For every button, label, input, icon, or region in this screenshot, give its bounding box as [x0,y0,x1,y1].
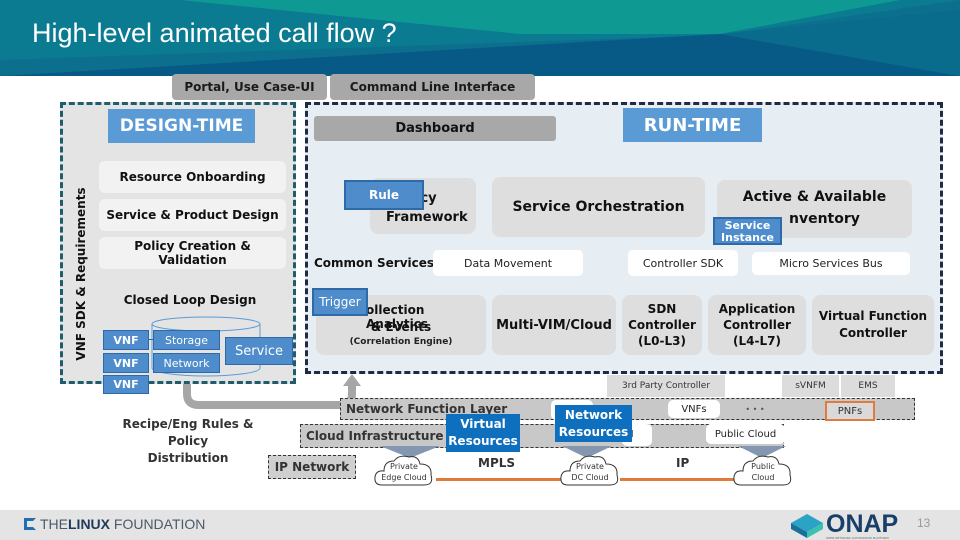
svnfm-box: sVNFM [782,375,839,397]
cloud-label-line1: Private [576,462,604,471]
vfc-line2: Controller [839,326,907,340]
distribution-line1: Recipe/Eng Rules & Policy [122,417,254,448]
distribution-label: Recipe/Eng Rules & Policy Distribution [108,416,268,467]
vnf-sdk-side-label: VNF SDK & Requirements [74,187,88,361]
closed-loop-design: Closed Loop Design [123,293,257,307]
run-time-heading: RUN-TIME [623,108,762,142]
appc-line3: (L4-L7) [733,334,781,348]
vnf-box-2: VNF [103,353,149,373]
page-number: 13 [917,516,931,530]
linux-foundation-logo-icon [24,518,36,530]
portal-ui-pill: Portal, Use Case-UI [172,74,327,100]
onap-wordmark: ONAP [826,510,899,538]
micro-services-bus-box: Micro Services Bus [752,252,910,275]
dcae-line2: & Events [370,320,432,334]
resource-onboarding: Resource Onboarding [99,161,286,193]
dashboard-label: Dashboard [395,121,475,136]
controller-sdk-box: Controller SDK [628,250,738,276]
ems-box: EMS [841,375,895,397]
sdn-line3: (L0-L3) [638,334,686,348]
ellipsis-label: • • • [745,404,765,414]
network-resources-overlay-box: Network Resources [555,405,632,442]
service-orchestration-tile: Service Orchestration [492,177,705,237]
public-cloud-box: Public Cloud [706,424,785,444]
public-cloud: Public Cloud [731,452,795,488]
service-instance-overlay-box: Service Instance [713,217,782,245]
network-box: Network [153,353,220,373]
distribution-line2: Distribution [147,451,229,465]
common-services-label: Common Services [314,256,435,270]
cli-pill: Command Line Interface [330,74,535,100]
vfc-line1: Virtual Function [818,309,928,323]
trigger-overlay-box: Trigger [312,288,368,316]
private-edge-cloud-label: Private Edge Cloud [372,461,436,483]
appc-line2: Controller [723,318,791,332]
application-controller-tile: Application Controller (L4-L7) [708,295,806,355]
private-edge-cloud: Private Edge Cloud [372,452,436,488]
service-box: Service [225,337,293,365]
rule-overlay-box: Rule [344,180,424,210]
header-banner: High-level animated call flow ? [0,0,960,76]
cloud-infrastructure-label: Cloud Infrastructure [306,429,444,443]
cloud-label-line2: DC Cloud [571,473,609,482]
sdn-line1: SDN [647,302,677,316]
dashboard-bar: Dashboard [314,116,556,141]
network-resources-line1: Network [564,407,623,422]
cloud-label-line1: Private [390,462,418,471]
private-dc-cloud-label: Private DC Cloud [558,461,622,483]
sdn-line2: Controller [628,318,696,332]
data-movement-box: Data Movement [433,250,583,276]
inventory-line2: nventory [789,211,860,227]
multi-vim-cloud-tile: Multi-VIM/Cloud [492,295,616,355]
footer-bar: THELINUX FOUNDATION ONAP OPEN NETWORK AU… [0,510,960,540]
linux-foundation-wordmark: THELINUX FOUNDATION [40,516,205,532]
vnf-box-1: VNF [103,330,149,350]
lf-the: THE [40,516,68,532]
service-instance-line2: Instance [721,231,774,244]
design-time-heading: DESIGN-TIME [108,109,255,143]
sdn-controller-tile: SDN Controller (L0-L3) [622,295,702,355]
virtual-resources-line1: Virtual [460,417,506,431]
network-resources-line2: Resources [558,424,629,439]
lf-linux: LINUX [68,516,110,532]
cloud-label-line1: Public [751,462,775,471]
virtual-resources-overlay-box: Virtual Resources [446,414,520,452]
vnf-box-3: VNF [103,375,149,394]
ip-network-box: IP Network [268,455,356,479]
policy-creation-validation: Policy Creation & Validation [99,237,286,269]
third-party-controller-box: 3rd Party Controller [607,375,725,397]
virtual-resources-line2: Resources [448,434,518,448]
appc-line1: Application [718,302,796,316]
third-party-controller-label: 3rd Party Controller [621,381,711,391]
public-cloud-label: Public Cloud [731,461,795,483]
cloud-label-line2: Edge Cloud [381,473,427,482]
private-dc-cloud: Private DC Cloud [558,452,622,488]
policy-label-line2: Framework [386,210,468,225]
onap-logo-icon [791,514,823,538]
ip-link [620,478,738,481]
service-product-design: Service & Product Design [99,199,286,231]
storage-box: Storage [153,330,220,350]
distribution-arrow-icon [183,374,361,409]
vnfs-box: VNFs [668,400,720,418]
pnfs-box: PNFs [825,401,875,421]
mpls-label: MPLS [478,456,516,470]
mpls-link-end [530,478,560,481]
ip-label: IP [676,456,690,470]
virtual-function-controller-tile: Virtual Function Controller [812,295,934,355]
vnf-sdk-side-label-wrap: VNF SDK & Requirements [72,185,98,365]
ip-network-label: IP Network [274,460,350,474]
dcae-line3: (Correlation Engine) [349,337,453,347]
lf-foundation: FOUNDATION [110,516,206,532]
cloud-label-line2: Cloud [751,473,775,482]
slide-title: High-level animated call flow ? [32,18,397,48]
inventory-line1: Active & Available [742,189,887,205]
onap-tagline: OPEN NETWORK AUTOMATION PLATFORM [826,536,889,540]
